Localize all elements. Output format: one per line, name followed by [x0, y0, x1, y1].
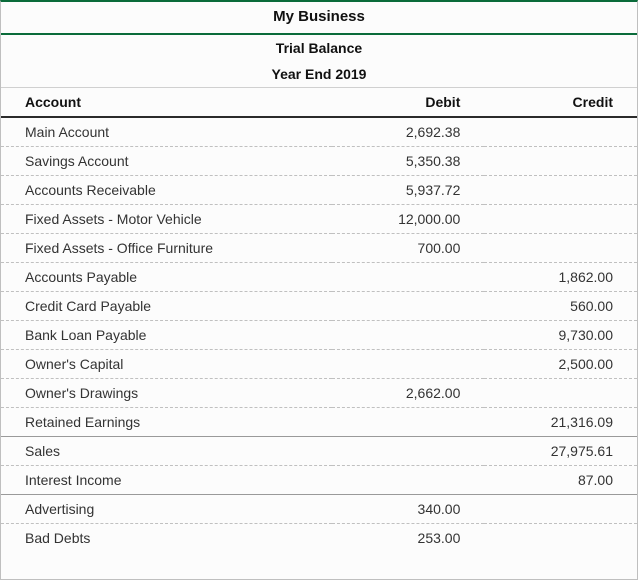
cell-account: Owner's Capital: [1, 350, 332, 379]
cell-credit: 1,862.00: [484, 263, 637, 292]
table-row: Retained Earnings 21,316.09: [1, 408, 637, 437]
cell-debit: 2,662.00: [332, 379, 485, 408]
cell-credit: 87.00: [484, 466, 637, 495]
cell-credit: 560.00: [484, 292, 637, 321]
cell-debit: [332, 263, 485, 292]
cell-debit: [332, 350, 485, 379]
header-debit: Debit: [332, 88, 485, 118]
table-row: Fixed Assets - Office Furniture700.00: [1, 234, 637, 263]
cell-credit: [484, 117, 637, 147]
cell-debit: 700.00: [332, 234, 485, 263]
cell-credit: [484, 379, 637, 408]
table-row: Advertising340.00: [1, 495, 637, 524]
cell-debit: [332, 437, 485, 466]
cell-credit: [484, 147, 637, 176]
cell-account: Fixed Assets - Motor Vehicle: [1, 205, 332, 234]
cell-debit: [332, 321, 485, 350]
table-header-row: Account Debit Credit: [1, 88, 637, 118]
cell-credit: 27,975.61: [484, 437, 637, 466]
cell-account: Interest Income: [1, 466, 332, 495]
header-account: Account: [1, 88, 332, 118]
cell-debit: 12,000.00: [332, 205, 485, 234]
table-row: Bank Loan Payable 9,730.00: [1, 321, 637, 350]
cell-debit: 5,937.72: [332, 176, 485, 205]
cell-account: Advertising: [1, 495, 332, 524]
cell-account: Bad Debts: [1, 524, 332, 553]
table-row: Accounts Receivable5,937.72: [1, 176, 637, 205]
table-row: Owner's Drawings2,662.00: [1, 379, 637, 408]
cell-credit: [484, 176, 637, 205]
cell-account: Accounts Payable: [1, 263, 332, 292]
cell-debit: 5,350.38: [332, 147, 485, 176]
cell-credit: 2,500.00: [484, 350, 637, 379]
report-title: My Business: [1, 2, 637, 35]
cell-debit: [332, 408, 485, 437]
cell-debit: 2,692.38: [332, 117, 485, 147]
report-period: Year End 2019: [1, 61, 637, 87]
cell-credit: 9,730.00: [484, 321, 637, 350]
cell-credit: [484, 205, 637, 234]
table-row: Fixed Assets - Motor Vehicle12,000.00: [1, 205, 637, 234]
table-row: Savings Account5,350.38: [1, 147, 637, 176]
table-row: Main Account2,692.38: [1, 117, 637, 147]
cell-account: Accounts Receivable: [1, 176, 332, 205]
cell-debit: 340.00: [332, 495, 485, 524]
cell-account: Owner's Drawings: [1, 379, 332, 408]
cell-credit: [484, 234, 637, 263]
cell-account: Retained Earnings: [1, 408, 332, 437]
table-row: Sales 27,975.61: [1, 437, 637, 466]
table-row: Interest Income 87.00: [1, 466, 637, 495]
cell-account: Fixed Assets - Office Furniture: [1, 234, 332, 263]
report-subtitle: Trial Balance: [1, 35, 637, 61]
cell-account: Credit Card Payable: [1, 292, 332, 321]
table-body: Main Account2,692.38Savings Account5,350…: [1, 117, 637, 553]
table-row: Owner's Capital 2,500.00: [1, 350, 637, 379]
cell-account: Main Account: [1, 117, 332, 147]
cell-account: Bank Loan Payable: [1, 321, 332, 350]
cell-credit: [484, 495, 637, 524]
cell-account: Savings Account: [1, 147, 332, 176]
table-row: Accounts Payable 1,862.00: [1, 263, 637, 292]
header-credit: Credit: [484, 88, 637, 118]
table-row: Bad Debts253.00: [1, 524, 637, 553]
cell-credit: [484, 524, 637, 553]
cell-debit: [332, 466, 485, 495]
cell-debit: [332, 292, 485, 321]
cell-account: Sales: [1, 437, 332, 466]
table-row: Credit Card Payable 560.00: [1, 292, 637, 321]
trial-balance-container: My Business Trial Balance Year End 2019 …: [0, 0, 638, 580]
trial-balance-table: Account Debit Credit Main Account2,692.3…: [1, 87, 637, 553]
cell-debit: 253.00: [332, 524, 485, 553]
cell-credit: 21,316.09: [484, 408, 637, 437]
